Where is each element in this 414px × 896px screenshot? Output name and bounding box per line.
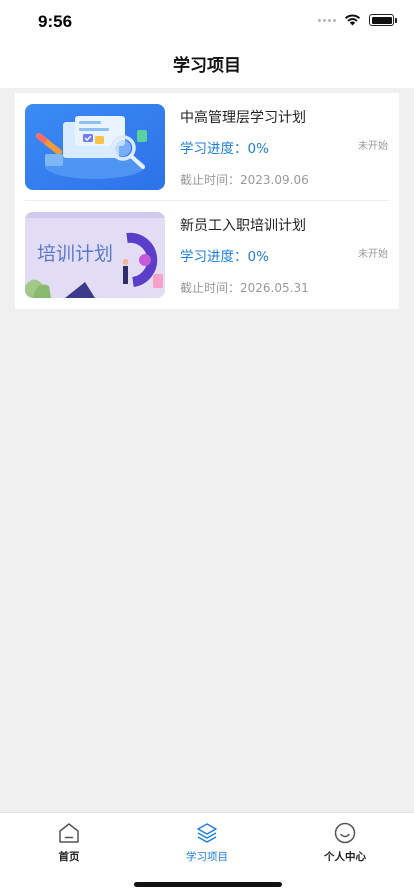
study-illustration-icon: [25, 104, 165, 190]
list-item[interactable]: 中高管理层学习计划 学习进度：0% 未开始 截止时间：2023.09.06: [15, 93, 399, 201]
tab-home[interactable]: 首页: [0, 821, 138, 867]
tab-profile[interactable]: 个人中心: [276, 821, 414, 867]
home-indicator: [134, 882, 282, 887]
tab-label: 个人中心: [324, 851, 366, 863]
home-icon: [59, 823, 79, 843]
status-badge: 未开始: [358, 249, 388, 260]
smile-face-icon: [334, 822, 356, 844]
tab-bar: 首页 学习项目 个人中心: [0, 812, 414, 896]
list-item[interactable]: 培训计划 新员工入职培训计划 学习进度：0% 未开始 截止时间：2026.05.…: [15, 201, 399, 309]
status-time: 9:56: [38, 12, 73, 31]
signal-icon: [318, 18, 336, 22]
item-title: 新员工入职培训计划: [180, 218, 306, 234]
layers-icon: [197, 823, 217, 843]
item-deadline: 截止时间：2026.05.31: [180, 281, 309, 295]
tab-label: 学习项目: [186, 851, 228, 863]
page-title: 学习项目: [173, 56, 241, 76]
nav-bar: 学习项目: [0, 44, 414, 88]
wifi-icon: [344, 14, 361, 26]
item-title: 中高管理层学习计划: [180, 110, 306, 126]
item-progress: 学习进度：0%: [180, 249, 269, 265]
item-deadline: 截止时间：2023.09.06: [180, 173, 309, 187]
tab-label: 首页: [58, 851, 80, 863]
status-bar: 9:56: [0, 0, 414, 44]
project-list: 中高管理层学习计划 学习进度：0% 未开始 截止时间：2023.09.06 培训…: [15, 93, 399, 309]
status-badge: 未开始: [358, 141, 388, 152]
tab-study-projects[interactable]: 学习项目: [138, 821, 276, 867]
battery-icon: [369, 14, 397, 26]
status-icons: [318, 14, 397, 26]
training-plan-illustration-icon: 培训计划: [25, 212, 165, 298]
thumbnail-text: 培训计划: [37, 243, 113, 265]
item-progress: 学习进度：0%: [180, 141, 269, 157]
